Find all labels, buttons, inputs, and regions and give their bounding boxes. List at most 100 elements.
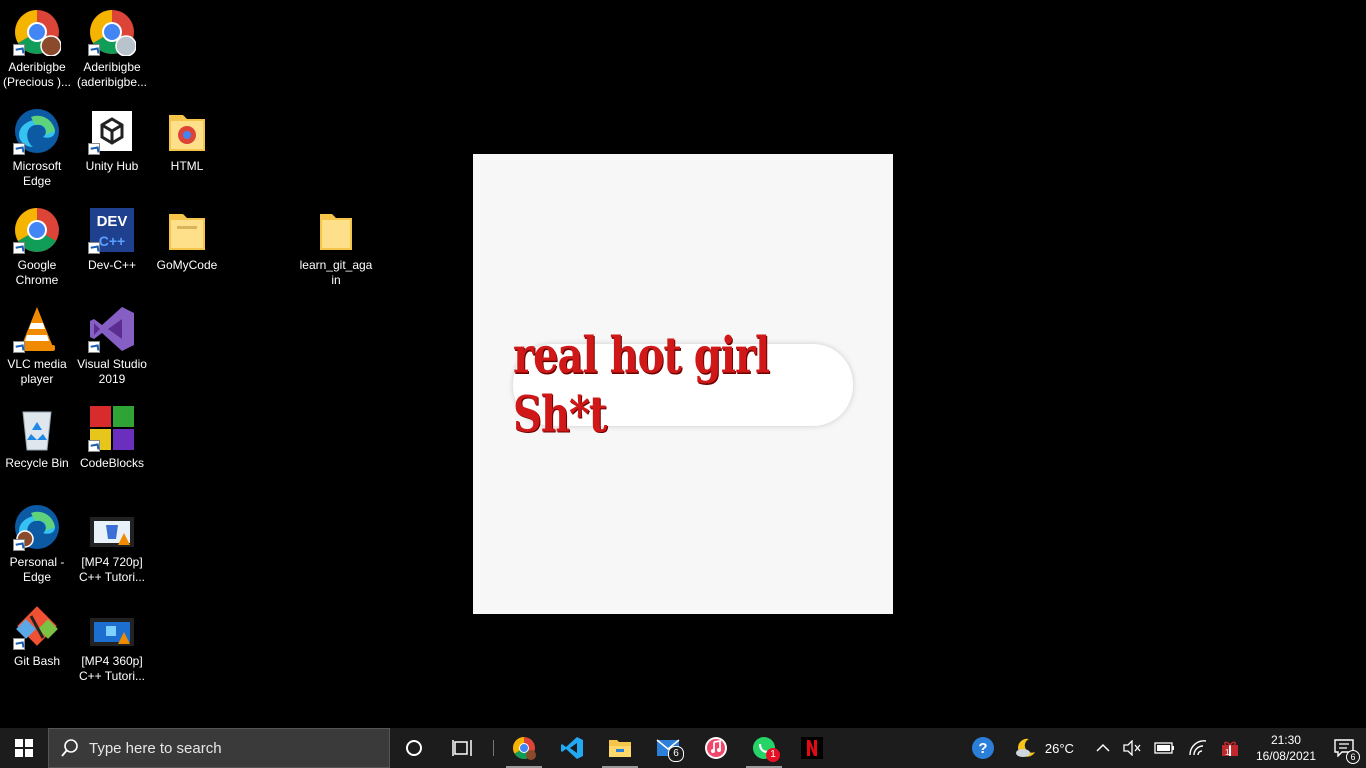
cortana-button[interactable] xyxy=(390,728,438,768)
weather-widget[interactable]: 26°C xyxy=(1001,728,1080,768)
shortcut-arrow-icon xyxy=(13,242,25,254)
wifi-icon xyxy=(1189,740,1207,756)
visual-studio-icon xyxy=(88,305,136,353)
shortcut-arrow-icon xyxy=(88,242,100,254)
shortcut-arrow-icon xyxy=(88,341,100,353)
icon-label: CodeBlocks xyxy=(79,456,145,470)
folder-icon xyxy=(163,206,211,254)
taskbar-file-explorer[interactable] xyxy=(596,728,644,768)
codeblocks-icon xyxy=(88,404,136,452)
desktop-folder-html[interactable]: HTML xyxy=(150,103,224,174)
icon-label: Aderibigbe (aderibigbe... xyxy=(76,60,148,89)
mail-badge: 6 xyxy=(668,746,684,762)
whatsapp-badge: 1 xyxy=(766,748,780,762)
desktop-icon-recycle-bin[interactable]: Recycle Bin xyxy=(0,400,74,471)
desktop-folder-learn-git-again[interactable]: learn_git_again xyxy=(299,202,373,288)
task-view-button[interactable] xyxy=(438,728,486,768)
start-button[interactable] xyxy=(0,728,48,768)
icon-label: Recycle Bin xyxy=(5,456,69,470)
desktop-folder-gomycode[interactable]: GoMyCode xyxy=(150,202,224,273)
chrome-icon xyxy=(513,737,536,760)
edge-icon xyxy=(13,107,61,155)
wallpaper-text: real hot girl Sh*t xyxy=(513,326,770,444)
wallpaper-image: real hot girl Sh*t xyxy=(473,154,893,614)
svg-text:DEV: DEV xyxy=(97,213,128,230)
edge-icon xyxy=(13,503,61,551)
icon-label: Unity Hub xyxy=(85,159,139,173)
recycle-bin-icon xyxy=(13,404,61,452)
taskbar-mail[interactable]: 6 xyxy=(644,728,692,768)
desktop-icon-personal-edge[interactable]: Personal - Edge xyxy=(0,499,74,585)
chrome-icon xyxy=(13,206,61,254)
video-file-icon xyxy=(88,503,136,551)
clock[interactable]: 21:30 16/08/2021 xyxy=(1246,728,1326,768)
moon-weather-icon xyxy=(1015,738,1035,757)
netflix-icon xyxy=(801,737,823,759)
sticker: real hot girl Sh*t xyxy=(513,326,853,444)
taskbar-vscode[interactable] xyxy=(548,728,596,768)
shortcut-arrow-icon xyxy=(13,143,25,155)
desktop-icon-visual-studio[interactable]: Visual Studio 2019 xyxy=(75,301,149,387)
taskbar-chrome[interactable] xyxy=(500,728,548,768)
app-notify-button[interactable]: 1 xyxy=(1214,728,1246,768)
gift-notify-icon: 1 xyxy=(1221,741,1238,757)
shortcut-arrow-icon xyxy=(88,143,100,155)
help-icon: ? xyxy=(971,737,994,759)
video-file-icon xyxy=(88,602,136,650)
vlc-icon xyxy=(13,305,61,353)
desktop-icon-git-bash[interactable]: Git Bash xyxy=(0,598,74,669)
desktop-icon-chrome-profile-2[interactable]: Aderibigbe (aderibigbe... xyxy=(75,4,149,90)
icon-label: Git Bash xyxy=(13,654,61,668)
cortana-icon xyxy=(406,740,422,756)
action-center-button[interactable]: 6 xyxy=(1326,728,1366,768)
shortcut-arrow-icon xyxy=(88,44,100,56)
desktop-icon-google-chrome[interactable]: Google Chrome xyxy=(0,202,74,288)
show-hidden-icons-button[interactable] xyxy=(1080,728,1116,768)
unity-icon xyxy=(88,107,136,155)
desktop-icon-vlc[interactable]: VLC media player xyxy=(0,301,74,387)
task-view-icon xyxy=(452,740,472,756)
svg-text:1: 1 xyxy=(1225,748,1230,757)
icon-label: Personal - Edge xyxy=(9,555,65,584)
windows-logo-icon xyxy=(15,739,33,757)
desktop-icon-codeblocks[interactable]: CodeBlocks xyxy=(75,400,149,471)
icon-label: Dev-C++ xyxy=(87,258,137,272)
icon-label: Microsoft Edge xyxy=(12,159,62,188)
help-button[interactable]: ? xyxy=(965,728,1001,768)
taskbar-netflix[interactable] xyxy=(788,728,836,768)
shortcut-arrow-icon xyxy=(88,440,100,452)
battery-button[interactable] xyxy=(1148,728,1182,768)
taskbar: Type here to search 6 1 ? 26°C 1 21:30 1… xyxy=(0,728,1366,768)
desktop-icon-video-720p[interactable]: [MP4 720p] C++ Tutori... xyxy=(75,499,149,585)
icon-label: VLC media player xyxy=(7,357,67,386)
search-box[interactable]: Type here to search xyxy=(48,728,390,768)
volume-muted-icon xyxy=(1123,740,1141,756)
taskbar-divider xyxy=(486,728,500,768)
itunes-icon xyxy=(705,737,727,759)
desktop-icon-microsoft-edge[interactable]: Microsoft Edge xyxy=(0,103,74,189)
desktop-icon-video-360p[interactable]: [MP4 360p] C++ Tutori... xyxy=(75,598,149,684)
wifi-button[interactable] xyxy=(1182,728,1214,768)
icon-label: [MP4 360p] C++ Tutori... xyxy=(78,654,146,683)
folder-icon xyxy=(312,206,360,254)
svg-text:C++: C++ xyxy=(99,233,125,249)
taskbar-whatsapp[interactable]: 1 xyxy=(740,728,788,768)
icon-label: learn_git_again xyxy=(299,258,373,287)
search-placeholder: Type here to search xyxy=(89,739,222,757)
desktop-icon-chrome-profile-1[interactable]: Aderibigbe (Precious )... xyxy=(0,4,74,90)
taskbar-itunes[interactable] xyxy=(692,728,740,768)
shortcut-arrow-icon xyxy=(13,539,25,551)
file-explorer-icon xyxy=(609,740,631,757)
system-tray: ? 26°C 1 21:30 16/08/2021 6 xyxy=(965,728,1366,768)
vscode-icon xyxy=(561,737,583,759)
desktop-icon-unity-hub[interactable]: Unity Hub xyxy=(75,103,149,174)
desktop-icon-dev-cpp[interactable]: DEV C++ Dev-C++ xyxy=(75,202,149,273)
icon-label: [MP4 720p] C++ Tutori... xyxy=(78,555,146,584)
battery-icon xyxy=(1154,742,1174,754)
icon-label: Aderibigbe (Precious )... xyxy=(2,60,71,89)
notification-count-badge: 6 xyxy=(1346,750,1360,764)
folder-icon xyxy=(163,107,211,155)
volume-button[interactable] xyxy=(1116,728,1148,768)
shortcut-arrow-icon xyxy=(13,341,25,353)
icon-label: HTML xyxy=(170,159,204,173)
